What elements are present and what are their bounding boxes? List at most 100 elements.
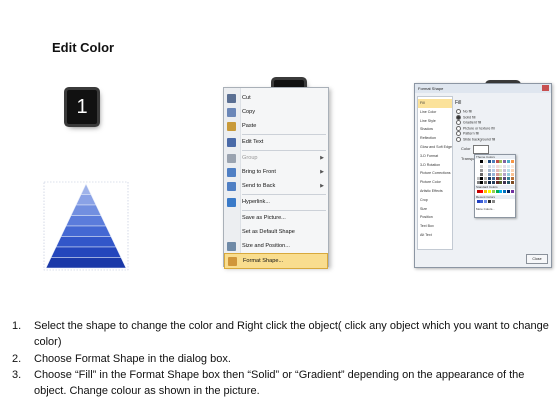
color-swatch[interactable] xyxy=(491,169,495,173)
color-swatch[interactable] xyxy=(506,160,511,164)
nav-item-picture-color[interactable]: Picture Color xyxy=(418,178,452,187)
color-swatch[interactable] xyxy=(480,160,484,164)
menu-item-copy[interactable]: Copy xyxy=(224,105,328,119)
menu-item-set-as-default-shape[interactable]: Set as Default Shape xyxy=(224,225,328,239)
pyramid-layer[interactable] xyxy=(60,225,112,237)
nav-item-position[interactable]: Position xyxy=(418,213,452,222)
radio-slide-background-fill[interactable]: Slide background fill xyxy=(456,137,495,142)
color-swatch[interactable] xyxy=(506,165,511,169)
color-swatch[interactable] xyxy=(480,177,484,181)
radio-pattern-fill[interactable]: Pattern fill xyxy=(456,131,479,137)
color-swatch[interactable] xyxy=(499,190,503,194)
nav-item-shadow[interactable]: Shadow xyxy=(418,125,452,134)
color-swatch[interactable] xyxy=(499,173,503,177)
color-swatch[interactable] xyxy=(503,181,507,185)
color-swatch[interactable] xyxy=(503,160,507,164)
menu-item-size-and-position[interactable]: Size and Position... xyxy=(224,239,328,253)
nav-item-text-box[interactable]: Text Box xyxy=(418,222,452,231)
menu-item-group[interactable]: Group ▶ xyxy=(224,151,328,165)
color-swatch[interactable] xyxy=(491,177,495,181)
color-swatch[interactable] xyxy=(510,173,514,177)
color-swatch[interactable] xyxy=(491,181,495,185)
nav-item-line-style[interactable]: Line Style xyxy=(418,117,452,126)
color-swatch[interactable] xyxy=(503,177,507,181)
color-swatch[interactable] xyxy=(503,190,507,194)
radio-gradient-fill[interactable]: Gradient fill xyxy=(456,120,481,126)
color-swatch[interactable] xyxy=(499,160,503,164)
nav-item-reflection[interactable]: Reflection xyxy=(418,134,452,143)
menu-item-bring-to-front[interactable]: Bring to Front ▶ xyxy=(224,165,328,179)
nav-item-line-color[interactable]: Line Color xyxy=(418,108,452,117)
color-swatch[interactable] xyxy=(484,181,488,185)
pyramid-layer[interactable] xyxy=(65,215,107,227)
menu-item-format-shape[interactable]: Format Shape... xyxy=(224,253,328,269)
pyramid-layer[interactable] xyxy=(55,236,117,248)
color-swatch[interactable] xyxy=(499,181,503,185)
color-swatch[interactable] xyxy=(491,165,495,169)
color-swatch[interactable] xyxy=(484,165,488,169)
color-swatch[interactable] xyxy=(476,177,480,181)
color-swatch[interactable] xyxy=(491,190,495,194)
color-swatch[interactable] xyxy=(484,169,488,173)
color-swatch[interactable] xyxy=(487,181,492,185)
color-swatch[interactable] xyxy=(476,173,480,177)
pyramid-layer[interactable] xyxy=(70,204,102,216)
color-swatch[interactable] xyxy=(506,177,511,181)
nav-item-size[interactable]: Size xyxy=(418,205,452,214)
color-swatch[interactable] xyxy=(480,190,484,194)
color-swatch[interactable] xyxy=(495,190,499,194)
color-swatch[interactable] xyxy=(480,200,484,204)
color-swatch[interactable] xyxy=(476,165,480,169)
color-swatch[interactable] xyxy=(506,173,511,177)
nav-item-picture-corrections[interactable]: Picture Corrections xyxy=(418,169,452,178)
menu-item-paste[interactable]: Paste xyxy=(224,119,328,133)
color-swatch[interactable] xyxy=(506,190,511,194)
nav-item-glow-and-soft-edges[interactable]: Glow and Soft Edges xyxy=(418,143,452,152)
color-swatch[interactable] xyxy=(491,200,495,204)
color-swatch[interactable] xyxy=(510,177,514,181)
nav-item-3-d-format[interactable]: 3-D Format xyxy=(418,152,452,161)
radio-solid-fill[interactable]: Solid fill xyxy=(456,114,475,120)
nav-item-alt-text[interactable]: Alt Text xyxy=(418,231,452,240)
color-swatch[interactable] xyxy=(487,160,492,164)
color-swatch[interactable] xyxy=(480,173,484,177)
pyramid-layer[interactable] xyxy=(75,194,97,206)
nav-item-artistic-effects[interactable]: Artistic Effects xyxy=(418,187,452,196)
color-swatch[interactable] xyxy=(510,169,514,173)
color-swatch[interactable] xyxy=(495,165,499,169)
menu-item-hyperlink[interactable]: Hyperlink... xyxy=(224,195,328,209)
nav-item-fill[interactable]: Fill xyxy=(418,99,452,108)
color-swatch[interactable] xyxy=(495,169,499,173)
menu-item-cut[interactable]: Cut xyxy=(224,91,328,105)
color-swatch[interactable] xyxy=(480,181,484,185)
radio-no-fill[interactable]: No fill xyxy=(456,109,472,114)
color-swatch[interactable] xyxy=(506,169,511,173)
color-swatch[interactable] xyxy=(487,177,492,181)
pyramid-layer[interactable] xyxy=(80,183,92,195)
color-swatch[interactable] xyxy=(487,165,492,169)
color-swatch[interactable] xyxy=(476,190,480,194)
color-swatch[interactable] xyxy=(484,190,488,194)
menu-item-send-to-back[interactable]: Send to Back ▶ xyxy=(224,179,328,193)
color-swatch[interactable] xyxy=(484,160,488,164)
color-swatch[interactable] xyxy=(476,169,480,173)
color-swatch[interactable] xyxy=(499,169,503,173)
color-swatch[interactable] xyxy=(495,181,499,185)
color-swatch[interactable] xyxy=(491,160,495,164)
color-swatch[interactable] xyxy=(480,165,484,169)
color-swatch[interactable] xyxy=(499,165,503,169)
pyramid-layer[interactable] xyxy=(50,246,122,258)
color-swatch[interactable] xyxy=(510,181,514,185)
color-swatch[interactable] xyxy=(480,169,484,173)
color-swatch[interactable] xyxy=(487,169,492,173)
color-swatch[interactable] xyxy=(506,181,511,185)
color-swatch[interactable] xyxy=(495,160,499,164)
color-swatch[interactable] xyxy=(510,190,514,194)
more-colors-link[interactable]: More Colors... xyxy=(475,207,515,211)
color-swatch[interactable] xyxy=(510,160,514,164)
color-swatch[interactable] xyxy=(487,190,492,194)
color-swatch[interactable] xyxy=(503,165,507,169)
color-swatch[interactable] xyxy=(476,181,480,185)
menu-item-edit-text[interactable]: Edit Text xyxy=(224,135,328,149)
color-swatch[interactable] xyxy=(499,177,503,181)
